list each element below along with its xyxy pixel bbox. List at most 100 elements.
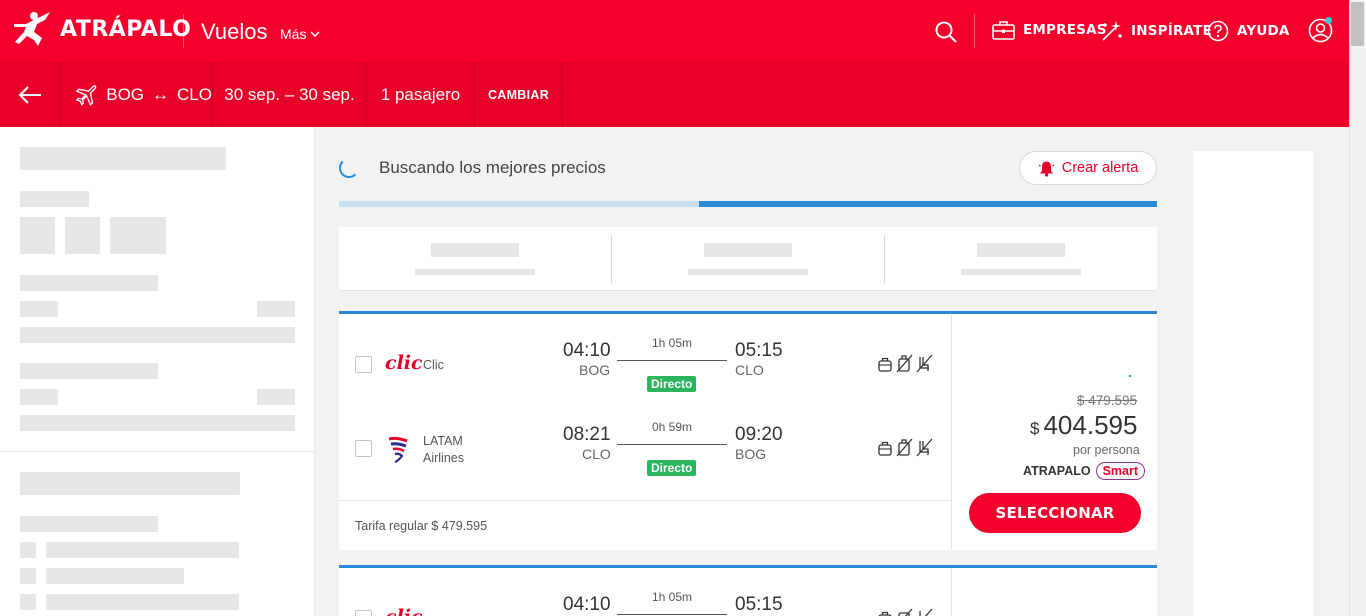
divider — [884, 235, 885, 283]
no-seat-selection-icon — [916, 354, 933, 373]
divider — [183, 14, 184, 48]
duration-line — [617, 360, 727, 361]
search-icon[interactable] — [934, 20, 958, 44]
return-departure-time: 08:21 — [563, 424, 611, 445]
empresas-label: EMPRESAS — [1023, 22, 1107, 38]
price-amount: 404.595 — [1043, 410, 1138, 440]
skeleton-line — [20, 472, 240, 495]
filters-sidebar-skeleton — [0, 127, 315, 616]
skeleton-line — [431, 243, 519, 257]
briefcase-icon — [992, 21, 1015, 40]
nav-mas-label: Más — [280, 26, 307, 42]
divider — [0, 451, 315, 452]
clic-logo: clic — [385, 606, 423, 616]
change-label: CAMBIAR — [487, 87, 550, 102]
no-seat-selection-icon — [916, 438, 933, 457]
skeleton-block — [110, 217, 166, 254]
dates-label: 30 sep. – 30 sep. — [224, 84, 355, 104]
return-departure-airport: CLO — [582, 446, 611, 462]
select-flight-button[interactable]: SELECCIONAR — [969, 493, 1141, 533]
sort-tabs-skeleton — [339, 227, 1157, 291]
per-person-label: por persona — [1073, 443, 1140, 457]
skeleton-line — [257, 389, 295, 405]
nav-mas-dropdown[interactable]: Más — [280, 26, 320, 42]
search-status: Buscando los mejores precios — [379, 158, 606, 177]
select-label: SELECCIONAR — [995, 504, 1115, 522]
ayuda-label: AYUDA — [1237, 23, 1290, 39]
origin-code: BOG — [106, 84, 145, 104]
skeleton-line — [977, 243, 1065, 257]
loading-spinner-icon — [339, 158, 359, 178]
inspirate-label: INSPÍRATE — [1131, 23, 1212, 39]
skeleton-line — [20, 363, 158, 379]
skeleton-line — [46, 568, 184, 584]
runner-logo-icon — [14, 12, 50, 46]
no-seat-selection-icon — [919, 608, 933, 616]
page-scrollbar[interactable] — [1349, 0, 1366, 616]
decorative-dot — [1129, 375, 1131, 377]
no-checked-bag-icon — [896, 438, 913, 457]
ayuda-link[interactable]: AYUDA — [1207, 20, 1290, 42]
atrapalo-logo[interactable]: ATRÁPALO — [12, 10, 191, 48]
create-alert-button[interactable]: Crear alerta — [1019, 151, 1157, 185]
select-outbound-checkbox[interactable] — [355, 610, 372, 616]
empresas-link[interactable]: EMPRESAS — [992, 20, 1107, 40]
skeleton-line — [415, 269, 535, 275]
skeleton-line — [20, 327, 295, 343]
roundtrip-arrow: ↔ — [152, 84, 170, 104]
airplane-icon — [75, 84, 97, 106]
skeleton-line — [20, 275, 158, 291]
skeleton-line — [20, 301, 58, 317]
top-header: ATRÁPALO Vuelos Más EMPRESAS INSPÍRATE A… — [0, 0, 1366, 62]
divider — [611, 235, 612, 283]
duration-line — [617, 444, 727, 445]
help-icon — [1207, 20, 1229, 42]
skeleton-line — [257, 301, 295, 317]
skeleton-block — [20, 594, 36, 610]
final-price: $ 404.595 — [1030, 410, 1137, 441]
outbound-arrival-airport: CLO — [735, 362, 764, 378]
notification-dot — [1325, 17, 1332, 24]
outbound-arrival-time: 05:15 — [735, 594, 783, 615]
return-direct-badge: Directo — [647, 460, 697, 476]
currency-symbol: $ — [1030, 419, 1040, 438]
outbound-arrival-time: 05:15 — [735, 340, 783, 361]
return-arrival-airport: BOG — [735, 446, 767, 462]
back-button[interactable] — [0, 62, 60, 127]
outbound-departure-airport: BOG — [579, 362, 611, 378]
carry-on-bag-icon — [878, 357, 892, 372]
outbound-departure-time: 04:10 — [563, 594, 611, 615]
skeleton-line — [20, 415, 295, 431]
return-duration: 0h 59m — [651, 420, 693, 434]
outbound-departure-time: 04:10 — [563, 340, 611, 361]
inspirate-link[interactable]: INSPÍRATE — [1101, 20, 1212, 42]
change-search-button[interactable]: CAMBIAR — [475, 62, 563, 127]
passengers-summary[interactable]: 1 pasajero — [367, 62, 475, 127]
skeleton-line — [961, 269, 1081, 275]
magic-wand-icon — [1102, 21, 1122, 41]
return-airline-line1: LATAM — [423, 434, 463, 448]
skeleton-block — [20, 542, 36, 558]
carry-on-bag-icon — [878, 611, 892, 616]
nav-vuelos[interactable]: Vuelos — [201, 19, 267, 45]
arrow-left-icon — [18, 85, 41, 104]
smart-tag: Smart — [1095, 462, 1146, 480]
scrollbar-thumb[interactable] — [1351, 2, 1364, 46]
skeleton-line — [20, 191, 89, 207]
logo-text: ATRÁPALO — [60, 16, 192, 42]
dates-summary[interactable]: 30 sep. – 30 sep. — [213, 62, 367, 127]
bell-icon — [1038, 161, 1055, 177]
original-price: $ 479.595 — [1077, 393, 1138, 408]
outbound-airline: Clic — [423, 358, 444, 372]
select-outbound-checkbox[interactable] — [355, 356, 372, 373]
carry-on-bag-icon — [878, 441, 892, 456]
no-checked-bag-icon — [896, 354, 913, 373]
select-return-checkbox[interactable] — [355, 440, 372, 457]
regular-fare: Tarifa regular $ 479.595 — [355, 519, 488, 533]
skeleton-line — [704, 243, 792, 257]
passengers-label: 1 pasajero — [380, 84, 461, 104]
skeleton-line — [20, 516, 158, 532]
no-checked-bag-icon — [898, 608, 913, 616]
divider — [974, 14, 975, 48]
route-summary[interactable]: BOG ↔ CLO — [60, 62, 213, 127]
